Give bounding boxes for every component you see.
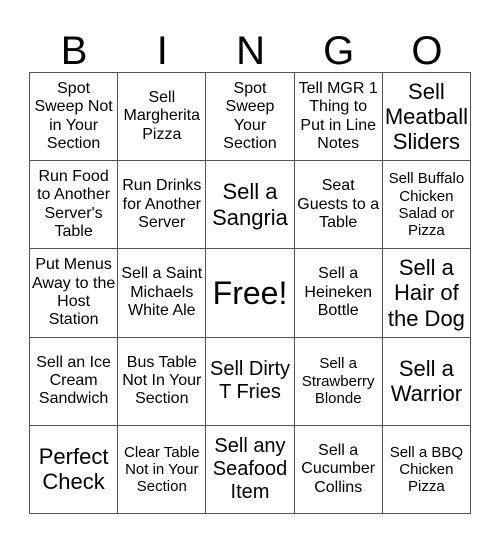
bingo-cell[interactable]: Seat Guests to a Table — [294, 161, 383, 250]
bingo-cell[interactable]: Bus Table Not In Your Section — [118, 337, 207, 426]
bingo-cell[interactable]: Sell a Cucumber Collins — [294, 425, 383, 514]
bingo-cell[interactable]: Perfect Check — [30, 425, 119, 514]
bingo-cell[interactable]: Sell Dirty T Fries — [206, 337, 295, 426]
bingo-cell[interactable]: Sell any Seafood Item — [206, 425, 295, 514]
header-letter-i: I — [156, 29, 168, 73]
bingo-cell[interactable]: Sell Margherita Pizza — [118, 73, 207, 162]
bingo-cell[interactable]: Sell a Strawberry Blonde — [294, 337, 383, 426]
header-letter-g: G — [323, 29, 355, 73]
bingo-cell[interactable]: Clear Table Not in Your Section — [118, 425, 207, 514]
bingo-cell[interactable]: Sell a Saint Michaels White Ale — [118, 249, 207, 338]
bingo-cell[interactable]: Sell a BBQ Chicken Pizza — [382, 425, 471, 514]
bingo-cell[interactable]: Sell a Heineken Bottle — [294, 249, 383, 338]
header-letter-o: O — [411, 29, 443, 73]
header-letter-n: N — [236, 29, 265, 73]
bingo-cell[interactable]: Run Drinks for Another Server — [118, 161, 207, 250]
bingo-cell[interactable]: Tell MGR 1 Thing to Put in Line Notes — [294, 73, 383, 162]
bingo-cell[interactable]: Sell a Hair of the Dog — [382, 249, 471, 338]
bingo-cell[interactable]: Sell an Ice Cream Sandwich — [30, 337, 119, 426]
header-letter-b: B — [60, 29, 88, 73]
bingo-cell[interactable]: Put Menus Away to the Host Station — [30, 249, 119, 338]
bingo-cell[interactable]: Spot Sweep Your Section — [206, 73, 295, 162]
bingo-cell[interactable]: Run Food to Another Server's Table — [30, 161, 119, 250]
free-space[interactable]: Free! — [206, 249, 295, 338]
bingo-cell[interactable]: Sell a Warrior — [382, 337, 471, 426]
bingo-header: B I N G O — [30, 30, 471, 72]
bingo-cell[interactable]: Sell Meatball Sliders — [382, 73, 471, 162]
bingo-cell[interactable]: Sell a Sangria — [206, 161, 295, 250]
bingo-card: Spot Sweep Not in Your Section Sell Marg… — [29, 72, 471, 514]
bingo-cell[interactable]: Spot Sweep Not in Your Section — [30, 73, 119, 162]
bingo-cell[interactable]: Sell Buffalo Chicken Salad or Pizza — [382, 161, 471, 250]
